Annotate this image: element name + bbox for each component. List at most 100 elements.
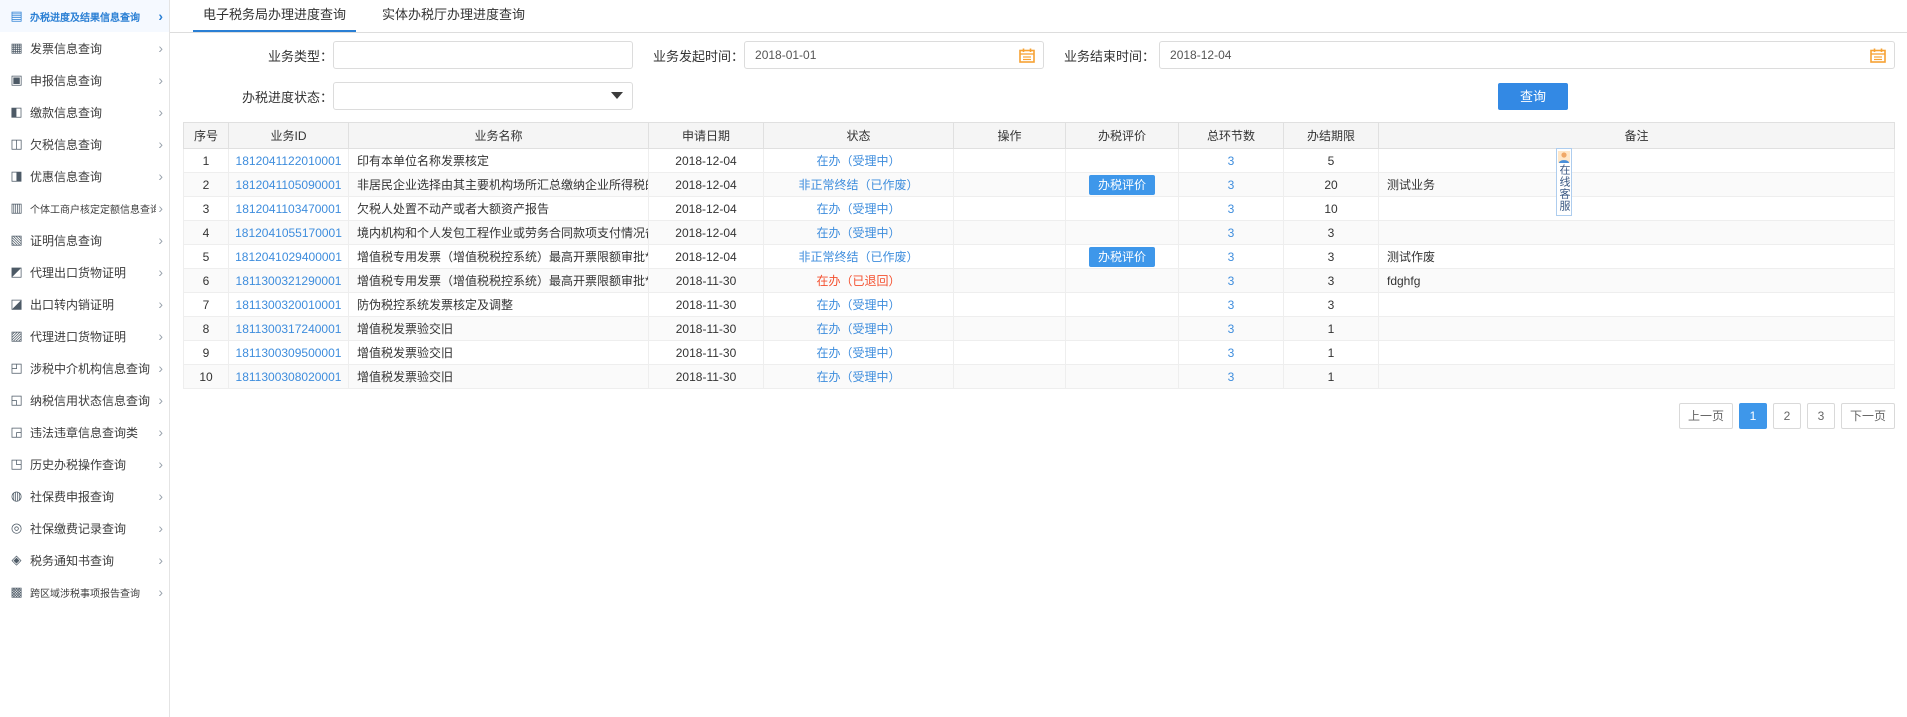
business-id-link[interactable]: 1811300308020001: [236, 370, 342, 384]
sidebar-item-history-operation[interactable]: ◳ 历史办税操作查询 ›: [0, 448, 169, 480]
business-id-link[interactable]: 1811300317240001: [236, 322, 342, 336]
start-date-input[interactable]: 2018-01-01: [744, 41, 1044, 69]
tab-1[interactable]: 电子税务局办理进度查询: [193, 0, 356, 32]
table-row: 3 1812041103470001 欠税人处置不动产或者大额资产报告 2018…: [184, 197, 1895, 221]
business-id-link[interactable]: 1812041122010001: [236, 154, 342, 168]
total-steps-link[interactable]: 3: [1228, 298, 1235, 312]
page-button-1[interactable]: 1: [1739, 403, 1767, 429]
sidebar-item-tax-notice[interactable]: ◈ 税务通知书查询 ›: [0, 544, 169, 576]
tax-progress-icon: ▤: [8, 8, 25, 24]
sidebar-item-social-insurance-payment[interactable]: ◎ 社保缴费记录查询 ›: [0, 512, 169, 544]
total-steps-link[interactable]: 3: [1228, 250, 1235, 264]
cell-business-name: 增值税发票验交旧: [349, 317, 649, 341]
preference-info-icon: ◨: [8, 168, 25, 184]
business-id-link[interactable]: 1812041029400001: [235, 250, 342, 264]
page-next-button[interactable]: 下一页: [1841, 403, 1895, 429]
calendar-icon[interactable]: [1870, 48, 1886, 63]
total-steps-link[interactable]: 3: [1228, 202, 1235, 216]
sidebar-item-tax-credit-status[interactable]: ◱ 纳税信用状态信息查询 ›: [0, 384, 169, 416]
chevron-right-icon: ›: [156, 137, 163, 151]
cell-business-name: 非居民企业选择由其主要机构场所汇总缴纳企业所得税的审批: [349, 173, 649, 197]
sidebar-item-export-domestic-certificate[interactable]: ◪ 出口转内销证明 ›: [0, 288, 169, 320]
chevron-right-icon: ›: [156, 393, 163, 407]
start-date-value: 2018-01-01: [755, 48, 816, 62]
page-button-2[interactable]: 2: [1773, 403, 1801, 429]
evaluate-button[interactable]: 办税评价: [1089, 247, 1155, 267]
table-row: 10 1811300308020001 增值税发票验交旧 2018-11-30 …: [184, 365, 1895, 389]
sidebar-item-cross-region-report[interactable]: ▩ 跨区域涉税事项报告查询 ›: [0, 576, 169, 608]
cell-evaluate: [1066, 149, 1179, 173]
column-header: 办结期限: [1284, 123, 1379, 149]
end-time-field: 业务结束时间： 2018-12-04: [1064, 41, 1895, 69]
sidebar-item-social-insurance-declare[interactable]: ◍ 社保费申报查询 ›: [0, 480, 169, 512]
business-id-link[interactable]: 1812041105090001: [236, 178, 342, 192]
cell-seq: 9: [184, 341, 229, 365]
sidebar-item-agent-export-certificate[interactable]: ◩ 代理出口货物证明 ›: [0, 256, 169, 288]
cell-business-name: 印有本单位名称发票核定: [349, 149, 649, 173]
total-steps-link[interactable]: 3: [1228, 226, 1235, 240]
chevron-right-icon: ›: [156, 169, 163, 183]
chevron-right-icon: ›: [156, 105, 163, 119]
total-steps-link[interactable]: 3: [1228, 154, 1235, 168]
sidebar-item-individual-quota-info[interactable]: ▥ 个体工商户核定定额信息查询 ›: [0, 192, 169, 224]
sidebar-item-declaration-info[interactable]: ▣ 申报信息查询 ›: [0, 64, 169, 96]
cell-evaluate: [1066, 197, 1179, 221]
sidebar-item-label: 欠税信息查询: [30, 136, 156, 153]
cell-status: 在办（受理中）: [764, 149, 954, 173]
page-button-3[interactable]: 3: [1807, 403, 1835, 429]
cell-apply-date: 2018-12-04: [649, 149, 764, 173]
business-id-link[interactable]: 1812041103470001: [236, 202, 342, 216]
sidebar-item-tax-arrears-info[interactable]: ◫ 欠税信息查询 ›: [0, 128, 169, 160]
total-steps-link[interactable]: 3: [1228, 178, 1235, 192]
total-steps-link[interactable]: 3: [1228, 370, 1235, 384]
cell-deadline: 3: [1284, 293, 1379, 317]
cell-seq: 2: [184, 173, 229, 197]
progress-status-label: 办税进度状态：: [183, 87, 333, 106]
sidebar-item-tax-agency-info[interactable]: ◰ 涉税中介机构信息查询 ›: [0, 352, 169, 384]
page-prev-button[interactable]: 上一页: [1679, 403, 1733, 429]
business-type-input[interactable]: [333, 41, 633, 69]
query-button[interactable]: 查询: [1498, 83, 1568, 110]
tab-2[interactable]: 实体办税厅办理进度查询: [372, 0, 535, 32]
cell-apply-date: 2018-12-04: [649, 197, 764, 221]
chevron-down-icon: [611, 92, 623, 99]
filter-row-2: 办税进度状态： 查询: [170, 82, 1568, 110]
cell-operation: [954, 341, 1066, 365]
invoice-info-icon: ▦: [8, 40, 25, 56]
online-service-widget[interactable]: 在线客服: [1556, 148, 1572, 216]
cell-operation: [954, 173, 1066, 197]
progress-status-select[interactable]: [333, 82, 633, 110]
sidebar-item-tax-progress[interactable]: ▤ 办税进度及结果信息查询 ›: [0, 0, 169, 32]
chevron-right-icon: ›: [156, 425, 163, 439]
total-steps-link[interactable]: 3: [1228, 274, 1235, 288]
cell-total-steps: 3: [1179, 317, 1284, 341]
sidebar-item-agent-import-certificate[interactable]: ▨ 代理进口货物证明 ›: [0, 320, 169, 352]
sidebar-item-invoice-info[interactable]: ▦ 发票信息查询 ›: [0, 32, 169, 64]
chevron-right-icon: ›: [156, 265, 163, 279]
business-id-link[interactable]: 1811300309500001: [236, 346, 342, 360]
progress-status-field: 办税进度状态：: [183, 82, 633, 110]
calendar-icon[interactable]: [1019, 48, 1035, 63]
table-row: 8 1811300317240001 增值税发票验交旧 2018-11-30 在…: [184, 317, 1895, 341]
business-id-link[interactable]: 1811300321290001: [236, 274, 342, 288]
cell-seq: 3: [184, 197, 229, 221]
sidebar-item-label: 历史办税操作查询: [30, 456, 156, 473]
cell-total-steps: 3: [1179, 149, 1284, 173]
end-date-input[interactable]: 2018-12-04: [1159, 41, 1895, 69]
business-id-link[interactable]: 1811300320010001: [236, 298, 342, 312]
filter-row-1: 业务类型： 业务发起时间： 2018-01-01: [170, 41, 1907, 69]
column-header: 序号: [184, 123, 229, 149]
total-steps-link[interactable]: 3: [1228, 322, 1235, 336]
table-row: 1 1812041122010001 印有本单位名称发票核定 2018-12-0…: [184, 149, 1895, 173]
sidebar-item-payment-info[interactable]: ◧ 缴款信息查询 ›: [0, 96, 169, 128]
evaluate-button[interactable]: 办税评价: [1089, 175, 1155, 195]
total-steps-link[interactable]: 3: [1228, 346, 1235, 360]
sidebar-item-violation-info[interactable]: ◲ 违法违章信息查询类 ›: [0, 416, 169, 448]
sidebar-item-certificate-info[interactable]: ▧ 证明信息查询 ›: [0, 224, 169, 256]
cell-apply-date: 2018-12-04: [649, 245, 764, 269]
status-text: 在办（受理中）: [816, 298, 900, 312]
sidebar-item-preference-info[interactable]: ◨ 优惠信息查询 ›: [0, 160, 169, 192]
business-id-link[interactable]: 1812041055170001: [235, 226, 342, 240]
column-header: 操作: [954, 123, 1066, 149]
column-header: 申请日期: [649, 123, 764, 149]
